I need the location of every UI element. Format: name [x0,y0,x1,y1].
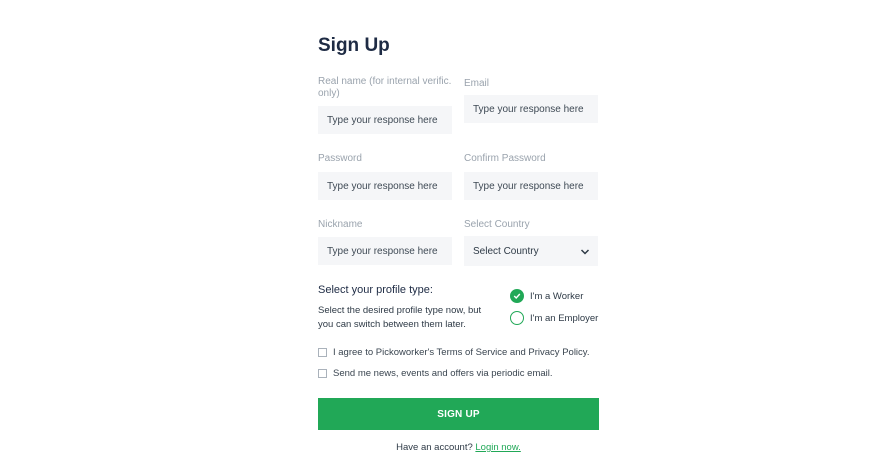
radio-worker-label: I'm a Worker [530,290,584,302]
news-checkbox[interactable]: Send me news, events and offers via peri… [318,368,553,379]
confirm-password-input[interactable] [464,172,598,200]
confirm-password-label: Confirm Password [464,153,546,164]
news-label: Send me news, events and offers via peri… [333,368,553,379]
radio-employer[interactable]: I'm an Employer [510,311,598,325]
email-input[interactable] [464,95,598,123]
page-title: Sign Up [318,35,390,56]
password-input[interactable] [318,172,452,200]
password-label: Password [318,153,362,164]
country-select[interactable]: Select Country [464,236,598,266]
profile-type-description: Select the desired profile type now, but… [318,305,482,330]
terms-label: I agree to Pickoworker's Terms of Servic… [333,347,590,358]
checkbox-icon [318,369,327,378]
email-label: Email [464,78,490,89]
login-prompt: Have an account? Login now. [318,442,599,453]
login-link[interactable]: Login now. [475,442,520,453]
chevron-down-icon [580,247,590,256]
real-name-label: Real name (for internal verific. only) [318,76,452,99]
country-label: Select Country [464,219,530,230]
signup-button[interactable]: SIGN UP [318,398,599,430]
profile-type-title: Select your profile type: [318,284,433,296]
real-name-input[interactable] [318,106,452,134]
country-select-value: Select Country [473,245,539,257]
nickname-input[interactable] [318,237,452,265]
radio-employer-label: I'm an Employer [530,312,599,324]
radio-checked-icon [510,289,524,303]
checkbox-icon [318,348,327,357]
radio-worker[interactable]: I'm a Worker [510,289,583,303]
radio-unchecked-icon [510,311,524,325]
terms-checkbox[interactable]: I agree to Pickoworker's Terms of Servic… [318,347,589,358]
login-prompt-text: Have an account? [396,442,473,453]
nickname-label: Nickname [318,219,363,230]
